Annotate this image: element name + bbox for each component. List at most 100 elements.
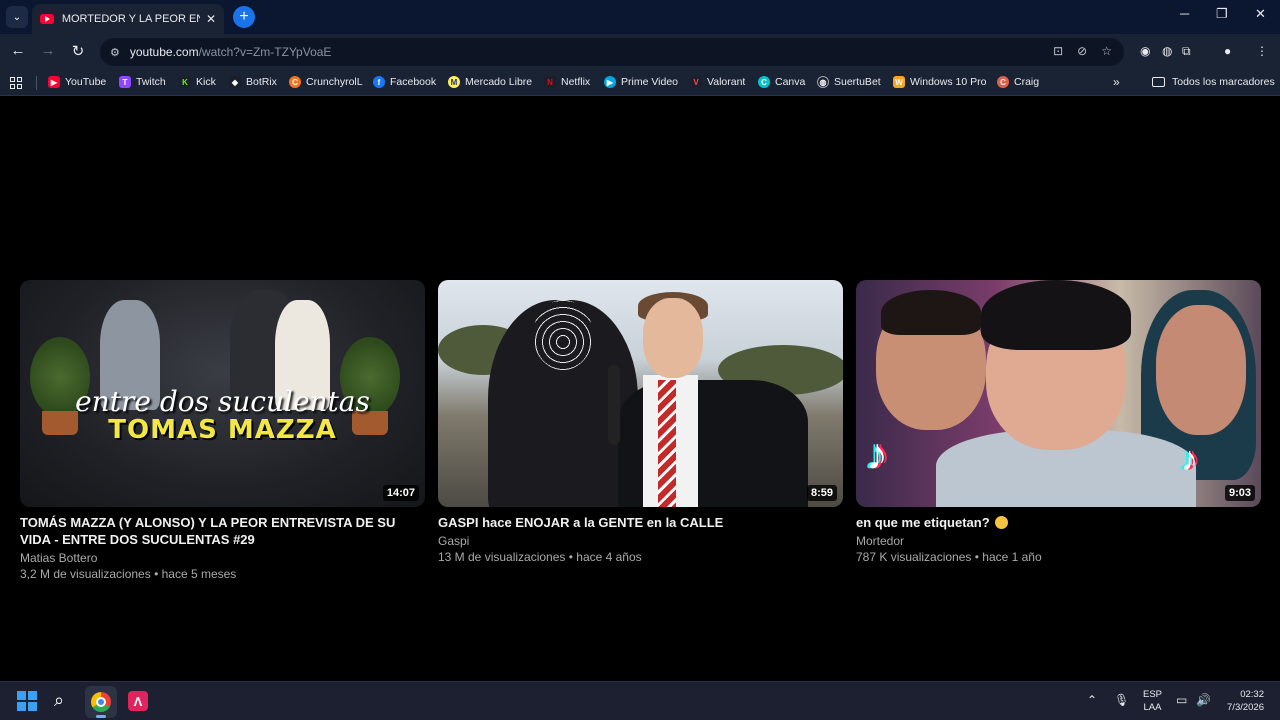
facebook-icon: f <box>373 76 385 88</box>
site-info-icon[interactable]: ⚙ <box>110 46 120 59</box>
bookmark-facebook[interactable]: f Facebook <box>373 76 436 88</box>
bookmark-netflix[interactable]: N Netflix <box>544 76 590 88</box>
all-bookmarks-folder[interactable]: Todos los marcadores <box>1152 76 1275 88</box>
bookmark-youtube[interactable]: ▶ YouTube <box>48 76 106 88</box>
menu-kebab-icon[interactable]: ⋮ <box>1256 44 1268 58</box>
microphone-icon <box>608 365 620 445</box>
video-stats: 787 K visualizaciones • hace 1 año <box>856 550 1042 564</box>
forward-arrow-icon[interactable]: → <box>38 42 58 59</box>
thumbnail-caption-1: entre dos suculentas <box>75 385 370 418</box>
clock[interactable]: 02:32 7/3/2026 <box>1227 688 1264 714</box>
tab-title: MORTEDOR Y LA PEOR ENTREV <box>61 13 200 25</box>
tray-chevron-up-icon[interactable]: ⌃ <box>1087 693 1097 707</box>
face <box>643 298 703 378</box>
bookmark-star-icon[interactable]: ☆ <box>1101 44 1112 58</box>
microphone-icon[interactable]: 🎙 <box>1114 693 1129 707</box>
windows-key-icon: W <box>893 76 905 88</box>
flushed-face-emoji-icon <box>995 516 1009 529</box>
windows-start-icon[interactable] <box>17 691 37 711</box>
video-thumbnail[interactable]: 8:59 <box>438 280 843 507</box>
browser-tab-active[interactable]: MORTEDOR Y LA PEOR ENTREV ✕ <box>32 4 224 34</box>
video-duration: 14:07 <box>382 485 419 501</box>
youtube-end-screen: entre dos suculentas TOMAS MAZZA 14:07 T… <box>0 97 1280 681</box>
craig-icon: C <box>997 76 1009 88</box>
search-icon[interactable]: ⌕ <box>54 690 64 711</box>
bookmark-canva[interactable]: C Canva <box>758 76 805 88</box>
youtube-favicon-icon <box>40 14 54 24</box>
bookmark-crunchyroll[interactable]: C CrunchyrolL <box>289 76 363 88</box>
youtube-icon: ▶ <box>48 76 60 88</box>
video-card-2[interactable]: 8:59 GASPI hace ENOJAR a la GENTE en la … <box>438 280 843 564</box>
windows-taskbar: ⌕ Λ ⌃ 🎙 ESP LAA ▭ 🔊 02:32 7/3/2026 <box>0 681 1280 720</box>
bookmark-craig[interactable]: C Craig <box>997 76 1039 88</box>
video-channel[interactable]: Gaspi <box>438 534 843 548</box>
back-arrow-icon[interactable]: ← <box>8 42 28 59</box>
kick-icon: K <box>179 76 191 88</box>
canva-icon: C <box>758 76 770 88</box>
video-channel[interactable]: Matias Bottero <box>20 551 425 565</box>
video-card-3[interactable]: ♪ ♪ 9:03 en que me etiquetan? Mortedor 7… <box>856 280 1261 564</box>
bookmark-kick[interactable]: K Kick <box>179 76 216 88</box>
bookmarks-divider <box>36 76 37 90</box>
person-left-hair <box>881 290 981 335</box>
video-stats: 13 M de visualizaciones • hace 4 años <box>438 550 642 564</box>
twitch-icon: T <box>119 76 131 88</box>
video-thumbnail[interactable]: entre dos suculentas TOMAS MAZZA 14:07 <box>20 280 425 507</box>
omnibox-actions: ⊡ ⊘ ☆ <box>1053 44 1112 58</box>
speaker-icon[interactable]: 🔊 <box>1196 693 1211 707</box>
mercado-libre-icon: M <box>448 76 460 88</box>
thumbnail-caption-2: TOMAS MAZZA <box>108 415 337 445</box>
eye-slash-icon[interactable]: ⊘ <box>1077 44 1087 58</box>
prime-video-icon: ▶ <box>604 76 616 88</box>
network-icon[interactable]: ▭ <box>1176 693 1187 707</box>
bookmark-suertubet[interactable]: ◍ SuertuBet <box>817 76 881 88</box>
bookmark-botrix[interactable]: ◆ BotRix <box>229 76 277 88</box>
language-indicator[interactable]: ESP LAA <box>1143 688 1162 714</box>
apps-grid-icon[interactable] <box>10 77 22 89</box>
tiktok-logo-icon: ♪ <box>866 430 888 479</box>
video-card-1[interactable]: entre dos suculentas TOMAS MAZZA 14:07 T… <box>20 280 425 581</box>
reload-icon[interactable]: ↻ <box>68 42 88 60</box>
video-duration: 8:59 <box>806 485 837 501</box>
minimize-icon[interactable]: ─ <box>1180 6 1189 21</box>
video-duration: 9:03 <box>1224 485 1255 501</box>
video-thumbnail[interactable]: ♪ ♪ 9:03 <box>856 280 1261 507</box>
netflix-icon: N <box>544 76 556 88</box>
striped-tie <box>658 380 676 507</box>
extensions-puzzle-icon[interactable]: ⧉ <box>1182 44 1191 59</box>
video-title[interactable]: en que me etiquetan? <box>856 514 1261 531</box>
tab-search-chevron-icon[interactable]: ⌄ <box>6 6 28 28</box>
video-title[interactable]: GASPI hace ENOJAR a la GENTE en la CALLE <box>438 514 843 531</box>
tab-close-icon[interactable]: ✕ <box>206 12 216 26</box>
folder-icon <box>1152 77 1165 87</box>
bookmark-prime-video[interactable]: ▶ Prime Video <box>604 76 678 88</box>
url-path: /watch?v=Zm-TZYpVoaE <box>198 45 332 59</box>
tiktok-logo-icon: ♪ <box>1181 440 1198 478</box>
chrome-icon <box>91 692 111 712</box>
person-center-hair <box>981 280 1131 350</box>
install-app-icon[interactable]: ⊡ <box>1053 44 1063 58</box>
video-title[interactable]: TOMÁS MAZZA (Y ALONSO) Y LA PEOR ENTREVI… <box>20 514 425 548</box>
address-bar[interactable]: ⚙ youtube.com /watch?v=Zm-TZYpVoaE ⊡ ⊘ ☆ <box>100 38 1124 66</box>
taskbar-app-icon[interactable]: Λ <box>128 691 148 711</box>
video-channel[interactable]: Mortedor <box>856 534 1261 548</box>
new-tab-button[interactable]: + <box>233 6 255 28</box>
crunchyroll-icon: C <box>289 76 301 88</box>
taskbar-chrome[interactable] <box>85 686 117 718</box>
bookmark-windows-10-pro[interactable]: W Windows 10 Pro <box>893 76 986 88</box>
profile-avatar-icon[interactable]: ● <box>1224 44 1231 58</box>
browser-toolbar: ← → ↻ ⚙ youtube.com /watch?v=Zm-TZYpVoaE… <box>0 34 1280 70</box>
bookmark-mercado-libre[interactable]: M Mercado Libre <box>448 76 532 88</box>
bookmark-twitch[interactable]: T Twitch <box>119 76 166 88</box>
globe-icon: ◍ <box>817 76 829 88</box>
url-host: youtube.com <box>129 45 199 59</box>
extension-adblock-icon[interactable]: ◉ <box>1140 44 1150 58</box>
window-close-icon[interactable]: ✕ <box>1255 6 1266 22</box>
bookmark-valorant[interactable]: V Valorant <box>690 76 745 88</box>
extension-badge-icon[interactable]: ◍ <box>1162 44 1172 58</box>
botrix-icon: ◆ <box>229 76 241 88</box>
bookmarks-bar: ▶ YouTube T Twitch K Kick ◆ BotRix C Crunchyr… <box>0 70 1280 96</box>
bookmarks-overflow-icon[interactable]: » <box>1113 75 1120 89</box>
maximize-icon[interactable]: ❐ <box>1216 6 1228 22</box>
browser-titlebar: ⌄ MORTEDOR Y LA PEOR ENTREV ✕ + ─ ❐ ✕ <box>0 0 1280 34</box>
